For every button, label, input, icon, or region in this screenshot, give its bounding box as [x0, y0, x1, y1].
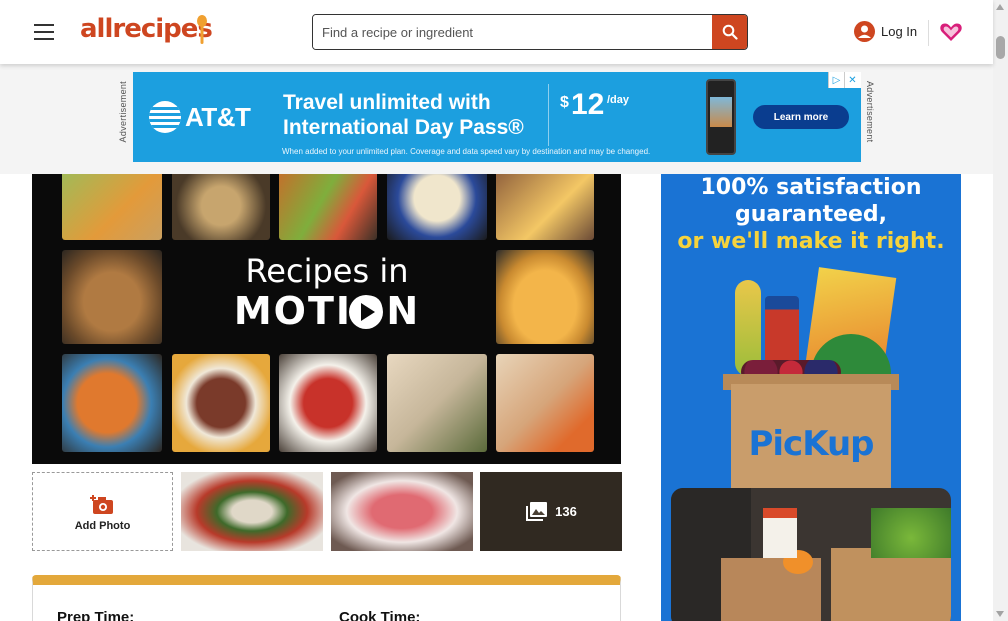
food-tile [172, 354, 270, 452]
side-ad-line1: 100% satisfaction [700, 175, 922, 200]
login-button[interactable]: Log In [854, 21, 917, 42]
video-title-line2: MOTION [212, 290, 442, 332]
page-scrollbar[interactable] [993, 0, 1008, 621]
recipes-in-motion-video[interactable]: Recipes in MOTION [32, 174, 621, 464]
att-price-unit: /day [607, 94, 630, 106]
prep-time-label: Prep Time: [57, 609, 135, 621]
food-tile [279, 354, 377, 452]
side-ad-line3: or we'll make it right. [677, 229, 945, 254]
food-tile [387, 354, 487, 452]
food-tile [62, 250, 162, 344]
image-gallery-icon [526, 501, 548, 521]
att-fine-print: When added to your unlimited plan. Cover… [282, 147, 651, 156]
food-tile [496, 250, 594, 344]
user-circle-icon [854, 21, 875, 42]
food-tile [62, 354, 162, 452]
att-price: 12 [571, 88, 605, 121]
advertisement-label: Advertisement [118, 81, 128, 143]
photo-gallery-count: 136 [480, 472, 622, 551]
food-tile [496, 354, 594, 452]
grocery-photo [671, 488, 951, 621]
search-button[interactable] [712, 15, 747, 49]
food-tile [496, 174, 594, 240]
food-tile [172, 174, 270, 240]
food-tile [62, 174, 162, 240]
search-bar [312, 14, 748, 50]
side-ad-line2: guaranteed, [734, 202, 888, 227]
video-title: Recipes in MOTION [212, 252, 442, 332]
search-icon [722, 24, 738, 40]
phone-image [706, 79, 736, 155]
video-title-line1: Recipes in [245, 252, 409, 290]
scroll-up-arrow-icon[interactable] [996, 4, 1004, 10]
cook-time-label: Cook Time: [339, 609, 421, 621]
greens-image [871, 508, 951, 558]
att-price-symbol: $ [560, 94, 569, 111]
add-photo-button[interactable]: Add Photo [32, 472, 173, 551]
advertisement-label: Advertisement [865, 81, 875, 143]
camera-add-icon [89, 494, 113, 514]
login-label: Log In [881, 24, 918, 39]
adchoices-icon[interactable]: ▷ [828, 72, 844, 88]
play-icon[interactable] [349, 295, 383, 329]
spoon-logo-icon [197, 15, 207, 44]
hamburger-menu-icon[interactable] [34, 24, 54, 40]
photo-thumbnail[interactable]: 136 [480, 472, 622, 551]
search-input[interactable] [313, 15, 713, 49]
scrollbar-thumb[interactable] [996, 36, 1005, 59]
learn-more-button[interactable]: Learn more [753, 105, 849, 129]
site-logo[interactable]: allrecipes [80, 14, 213, 44]
pickup-logo: PicKup [748, 424, 874, 464]
photo-thumbnail[interactable] [181, 472, 323, 551]
close-icon[interactable]: ✕ [844, 72, 860, 88]
adchoices-controls: ▷ ✕ [828, 72, 861, 88]
food-tile [279, 174, 377, 240]
kroger-pickup-ad[interactable]: 100% satisfaction guaranteed, or we'll m… [661, 174, 961, 621]
video-title-line2-text: MOTION [233, 289, 421, 333]
heart-icon[interactable] [939, 20, 963, 44]
milk-carton-image [763, 508, 797, 558]
site-header: allrecipes Log In [0, 0, 993, 64]
att-brand: AT&T [185, 102, 251, 132]
photo-thumbnails: Add Photo 136 [32, 472, 622, 551]
att-headline: Travel unlimited with International Day … [283, 91, 524, 139]
recipe-details-card: Prep Time: Cook Time: [32, 575, 621, 621]
add-photo-label: Add Photo [74, 519, 131, 532]
header-divider [928, 20, 929, 46]
att-separator [548, 84, 549, 146]
photo-thumbnail[interactable] [331, 472, 473, 551]
photo-count: 136 [555, 504, 577, 519]
side-ad-headline: 100% satisfaction guaranteed, or we'll m… [661, 174, 961, 255]
att-globe-icon [149, 101, 181, 133]
scroll-down-arrow-icon[interactable] [996, 611, 1004, 617]
att-banner-ad[interactable]: AT&T Travel unlimited with International… [133, 72, 861, 162]
paper-bag-image [831, 548, 951, 621]
food-tile [387, 174, 487, 240]
